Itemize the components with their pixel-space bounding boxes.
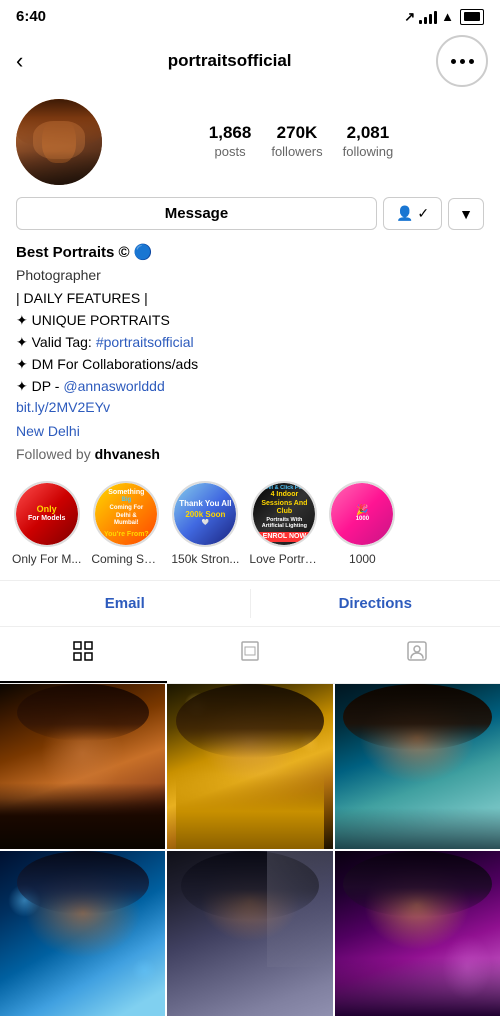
profile-header: 1,868 posts 270K followers 2,081 followi… bbox=[0, 95, 500, 197]
dp-link[interactable]: @annasworlddd bbox=[63, 376, 164, 397]
followers-label: followers bbox=[271, 144, 322, 159]
person-icon: 👤 bbox=[396, 205, 413, 222]
story-label: 150k Stron... bbox=[171, 552, 239, 566]
photo-grid bbox=[0, 684, 500, 1016]
photo-cell[interactable] bbox=[167, 684, 332, 849]
story-item[interactable]: Thank You All 200k Soon 🤍 150k Stron... bbox=[171, 481, 239, 566]
story-label: Only For M... bbox=[12, 552, 81, 566]
profile-title: Photographer bbox=[16, 265, 484, 286]
location-arrow-icon: ↗ bbox=[404, 9, 415, 25]
more-options-button[interactable] bbox=[436, 35, 488, 87]
status-bar: 6:40 ↗ ▲ bbox=[0, 0, 500, 29]
nav-bar: ‹ portraitsofficial bbox=[0, 29, 500, 95]
back-button[interactable]: ‹ bbox=[16, 48, 23, 74]
photo-cell[interactable] bbox=[335, 684, 500, 849]
message-button[interactable]: Message bbox=[16, 197, 377, 230]
photo-cell[interactable] bbox=[0, 851, 165, 1016]
email-button[interactable]: Email bbox=[0, 581, 250, 626]
stories-scroll: Only For Models Only For M... Something … bbox=[0, 481, 500, 566]
photo-cell[interactable] bbox=[335, 851, 500, 1016]
following-count: 2,081 bbox=[343, 123, 394, 143]
stories-section: Only For Models Only For M... Something … bbox=[0, 473, 500, 570]
bio-line-1: | DAILY FEATURES | bbox=[16, 288, 484, 309]
bio-line-4: ✦ DM For Collaborations/ads bbox=[16, 354, 484, 375]
wifi-icon: ▲ bbox=[441, 9, 454, 24]
follow-button[interactable]: 👤 ✓ bbox=[383, 197, 442, 230]
followed-by-text: Followed by dhvanesh bbox=[16, 444, 484, 465]
tab-feed[interactable] bbox=[167, 627, 334, 683]
followed-by-user[interactable]: dhvanesh bbox=[95, 446, 160, 462]
posts-stat[interactable]: 1,868 posts bbox=[209, 123, 252, 161]
followers-count: 270K bbox=[271, 123, 322, 143]
tab-tagged[interactable] bbox=[333, 627, 500, 683]
blue-circle-icon: 🔵 bbox=[134, 244, 153, 261]
stats-container: 1,868 posts 270K followers 2,081 followi… bbox=[118, 123, 484, 161]
story-label: Coming Soon bbox=[91, 552, 161, 566]
tab-grid[interactable] bbox=[0, 627, 167, 683]
dot-icon bbox=[460, 59, 465, 64]
location-label[interactable]: New Delhi bbox=[16, 421, 484, 442]
dropdown-button[interactable]: ▼ bbox=[448, 198, 484, 230]
followers-stat[interactable]: 270K followers bbox=[271, 123, 322, 161]
dot-icon bbox=[451, 59, 456, 64]
posts-label: posts bbox=[215, 144, 246, 159]
photo-cell[interactable] bbox=[167, 851, 332, 1016]
photo-cell[interactable] bbox=[0, 684, 165, 849]
story-label: 1000 bbox=[349, 552, 376, 566]
bio-line-5: ✦ DP - @annasworlddd bbox=[16, 376, 484, 397]
action-buttons-row: Message 👤 ✓ ▼ bbox=[0, 197, 500, 240]
feed-icon bbox=[238, 639, 262, 669]
battery-icon bbox=[460, 9, 484, 25]
profile-username-title: portraitsofficial bbox=[23, 51, 436, 71]
status-icons: ↗ ▲ bbox=[404, 9, 484, 25]
copyright-icon: © bbox=[119, 244, 130, 261]
hashtag-link[interactable]: #portraitsofficial bbox=[96, 332, 194, 353]
posts-count: 1,868 bbox=[209, 123, 252, 143]
dot-icon bbox=[469, 59, 474, 64]
story-label: Love Portrai... bbox=[249, 552, 319, 566]
checkmark-icon: ✓ bbox=[417, 205, 429, 222]
bio-line-3: ✦ Valid Tag: #portraitsofficial bbox=[16, 332, 484, 353]
story-item[interactable]: Travel & Click Points 4 Indoor Sessions … bbox=[249, 481, 319, 566]
following-stat[interactable]: 2,081 following bbox=[343, 123, 394, 161]
contact-row: Email Directions bbox=[0, 580, 500, 627]
signal-icon bbox=[419, 10, 437, 24]
status-time: 6:40 bbox=[16, 8, 46, 25]
bio-link[interactable]: bit.ly/2MV2EYv bbox=[16, 397, 484, 418]
directions-button[interactable]: Directions bbox=[251, 581, 500, 626]
story-item[interactable]: Only For Models Only For M... bbox=[12, 481, 81, 566]
bio-section: Best Portraits © 🔵 Photographer | DAILY … bbox=[0, 240, 500, 473]
profile-name: Best Portraits © 🔵 bbox=[16, 242, 484, 265]
story-item[interactable]: Something Big Coming For Delhi & Mumbai!… bbox=[91, 481, 161, 566]
bio-line-2: ✦ UNIQUE PORTRAITS bbox=[16, 310, 484, 331]
grid-icon bbox=[71, 639, 95, 669]
tabs-bar bbox=[0, 627, 500, 684]
avatar[interactable] bbox=[16, 99, 102, 185]
following-label: following bbox=[343, 144, 394, 159]
story-item[interactable]: 🎉 1000 1000 bbox=[329, 481, 395, 566]
tagged-icon bbox=[405, 639, 429, 669]
